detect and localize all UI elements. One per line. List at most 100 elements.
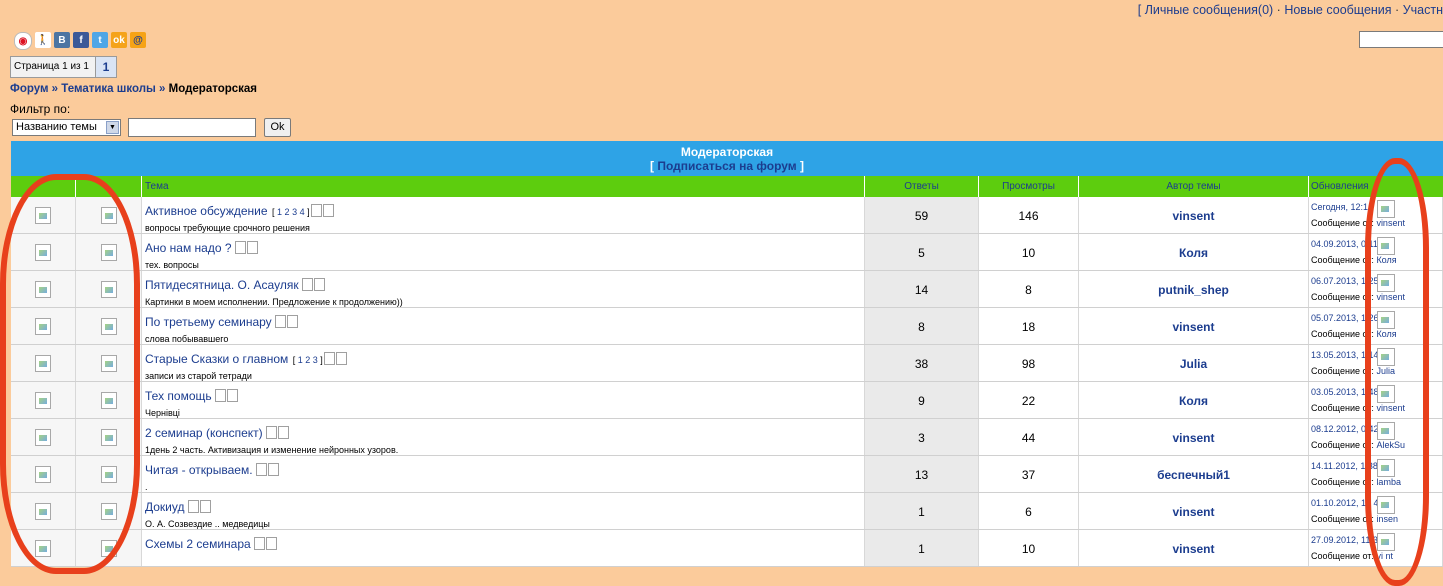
status-icon xyxy=(35,243,51,261)
topic-type-icon xyxy=(100,539,117,557)
topic-title-link[interactable]: Схемы 2 семинара xyxy=(145,537,251,551)
author-link[interactable]: vinsent xyxy=(1079,530,1309,566)
status-cell xyxy=(11,530,76,566)
col-author[interactable]: Автор темы xyxy=(1079,176,1309,197)
last-post-icon[interactable] xyxy=(1377,274,1395,292)
last-update-cell: 01.10.2012, 18 4 Сообщение от: insen xyxy=(1309,493,1443,529)
odnoklassniki-icon[interactable]: ok xyxy=(111,32,127,48)
topic-flag-icon xyxy=(323,352,335,365)
filter-selected-value: Названию темы xyxy=(16,121,97,133)
topic-title-link[interactable]: По третьему семинару xyxy=(145,315,272,329)
author-link[interactable]: vinsent xyxy=(1079,197,1309,233)
breadcrumb-forum[interactable]: Форум xyxy=(10,83,48,95)
last-post-icon[interactable] xyxy=(1377,200,1395,218)
last-post-user[interactable]: vinsent xyxy=(1376,403,1405,413)
author-link[interactable]: putnik_shep xyxy=(1079,271,1309,307)
last-post-icon[interactable] xyxy=(1377,496,1395,514)
topic-list: Активное обсуждение [ 1 2 3 4 ] вопросы … xyxy=(11,197,1443,567)
last-post-icon[interactable] xyxy=(1377,311,1395,329)
topic-flag-icon xyxy=(277,426,289,439)
members-link[interactable]: Участн xyxy=(1403,3,1443,17)
last-update-cell: 13.05.2013, 1 14 Сообщение от: Julia xyxy=(1309,345,1443,381)
topic-title-link[interactable]: Тех помощь xyxy=(145,389,212,403)
topic-page-link[interactable]: 1 xyxy=(298,355,303,365)
col-replies[interactable]: Ответы xyxy=(865,176,979,197)
table-row: Пятидесятница. О. Асауляк Картинки в мое… xyxy=(11,271,1443,308)
topic-title-link[interactable]: Старые Сказки о главном xyxy=(145,352,288,366)
author-link[interactable]: беспечный1 xyxy=(1079,456,1309,492)
filter-input[interactable] xyxy=(128,118,256,137)
topic-title-link[interactable]: Докиуд xyxy=(145,500,185,514)
table-row: 2 семинар (конспект) 1день 2 часть. Акти… xyxy=(11,419,1443,456)
author-link[interactable]: Коля xyxy=(1079,382,1309,418)
facebook-icon[interactable]: f xyxy=(73,32,89,48)
topic-title-link[interactable]: Ано нам надо ? xyxy=(145,241,232,255)
author-link[interactable]: vinsent xyxy=(1079,493,1309,529)
author-link[interactable]: Коля xyxy=(1079,234,1309,270)
subscribe-link[interactable]: Подписаться на форум xyxy=(657,159,796,173)
topic-page-link[interactable]: 4 xyxy=(300,207,305,217)
status-cell xyxy=(11,456,76,492)
last-post-user[interactable]: AlekSu xyxy=(1376,440,1405,450)
vk-icon[interactable]: B xyxy=(54,32,70,48)
last-post-user[interactable]: insen xyxy=(1376,514,1398,524)
private-messages-link[interactable]: Личные сообщения(0) xyxy=(1145,3,1274,17)
new-messages-link[interactable]: Новые сообщения xyxy=(1284,3,1391,17)
topic-title-link[interactable]: Пятидесятница. О. Асауляк xyxy=(145,278,299,292)
last-post-user[interactable]: Коля xyxy=(1376,329,1396,339)
twitter-icon[interactable]: t xyxy=(92,32,108,48)
last-post-icon[interactable] xyxy=(1377,348,1395,366)
last-post-user[interactable]: Коля xyxy=(1376,255,1396,265)
topic-page-link[interactable]: 1 xyxy=(277,207,282,217)
last-update-cell: 03.05.2013, 1 48 Сообщение от: vinsent xyxy=(1309,382,1443,418)
filter-ok-button[interactable]: Ok xyxy=(264,118,291,137)
author-link[interactable]: vinsent xyxy=(1079,308,1309,344)
last-post-icon[interactable] xyxy=(1377,459,1395,477)
last-post-user[interactable]: vi nt xyxy=(1376,551,1393,561)
topic-type-icon xyxy=(100,354,117,372)
type-cell xyxy=(76,456,142,492)
last-post-icon[interactable] xyxy=(1377,422,1395,440)
status-icon xyxy=(35,206,51,224)
topic-description: . xyxy=(145,482,148,492)
author-link[interactable]: Julia xyxy=(1079,345,1309,381)
filter-select[interactable]: Названию темы ▼ xyxy=(12,119,121,136)
chevron-down-icon: ▼ xyxy=(106,121,119,134)
top-search-input[interactable] xyxy=(1359,31,1443,48)
author-link[interactable]: vinsent xyxy=(1079,419,1309,455)
page-1-button[interactable]: 1 xyxy=(94,57,116,77)
topic-page-link[interactable]: 3 xyxy=(292,207,297,217)
last-post-icon[interactable] xyxy=(1377,385,1395,403)
last-post-icon[interactable] xyxy=(1377,533,1395,551)
type-cell xyxy=(76,530,142,566)
last-post-label: Сообщение от: xyxy=(1311,514,1374,524)
last-post-user[interactable]: lamba xyxy=(1376,477,1401,487)
replies-count: 3 xyxy=(865,419,979,455)
topic-title-link[interactable]: 2 семинар (конспект) xyxy=(145,426,263,440)
last-post-icon[interactable] xyxy=(1377,237,1395,255)
last-post-user[interactable]: vinsent xyxy=(1376,292,1405,302)
topic-type-icon xyxy=(100,465,117,483)
last-post-user[interactable]: vinsent xyxy=(1376,218,1405,228)
topic-title-link[interactable]: Читая - открываем. xyxy=(145,463,253,477)
col-topic[interactable]: Тема xyxy=(142,176,865,197)
last-post-user[interactable]: Julia xyxy=(1376,366,1395,376)
col-updates[interactable]: Обновления xyxy=(1309,176,1443,197)
last-update-cell: 27.09.2012, 11:3 Сообщение от: vi nt xyxy=(1309,530,1443,566)
breadcrumb-category[interactable]: Тематика школы xyxy=(61,83,156,95)
topic-page-link[interactable]: 2 xyxy=(305,355,310,365)
runner-icon[interactable]: 🚶 xyxy=(35,32,51,48)
topic-flag-icon xyxy=(214,389,226,402)
status-cell xyxy=(11,308,76,344)
last-post-label: Сообщение от: xyxy=(1311,329,1374,339)
type-cell xyxy=(76,493,142,529)
topic-pages: [ 1 2 3 ] xyxy=(292,355,323,365)
topic-type-icon xyxy=(100,428,117,446)
topic-page-link[interactable]: 2 xyxy=(285,207,290,217)
col-views[interactable]: Просмотры xyxy=(979,176,1079,197)
mail-icon[interactable]: @ xyxy=(130,32,146,48)
topic-title-link[interactable]: Активное обсуждение xyxy=(145,204,268,218)
adobe-icon[interactable]: ◉ xyxy=(14,32,32,50)
topic-page-link[interactable]: 3 xyxy=(313,355,318,365)
status-icon xyxy=(35,465,51,483)
